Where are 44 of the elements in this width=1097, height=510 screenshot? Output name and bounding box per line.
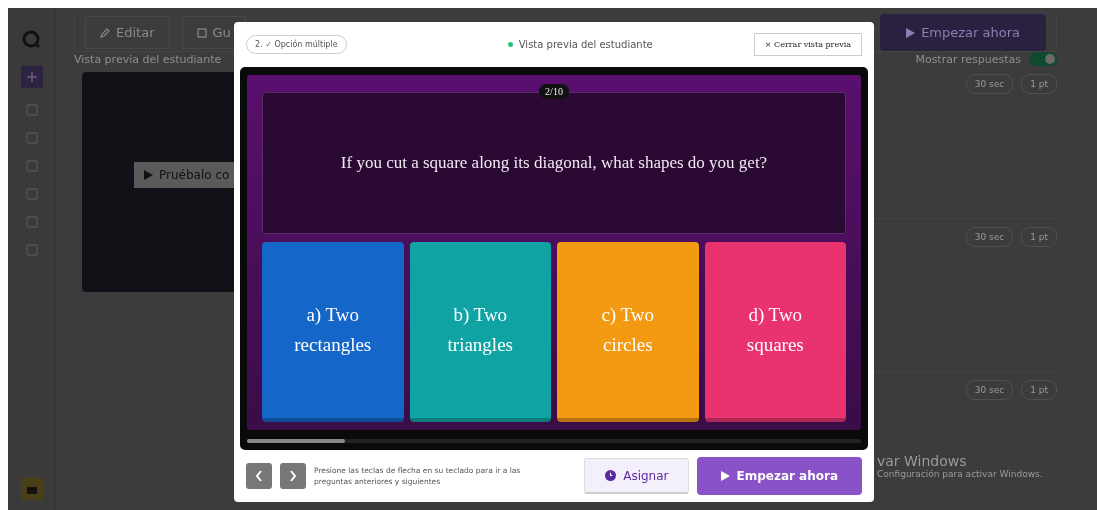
answer-option[interactable]: d) Two squares <box>704 242 846 422</box>
nav-icon[interactable] <box>25 244 38 256</box>
points-chip: 1 pt <box>1021 380 1057 400</box>
dialog-title: Vista previa del estudiante <box>507 39 653 50</box>
play-icon <box>144 170 153 180</box>
points-chip: 1 pt <box>1021 74 1057 94</box>
answer-option[interactable]: a) Two rectangles <box>262 242 404 422</box>
show-answers-toggle[interactable] <box>1029 52 1057 66</box>
section-title: Vista previa del estudiante <box>74 52 222 66</box>
points-chip: 1 pt <box>1021 227 1057 247</box>
question-text: If you cut a square along its diagonal, what shapes do you get? <box>340 153 768 173</box>
time-chip: 30 sec <box>965 380 1014 400</box>
activation-title: var Windows <box>877 453 968 469</box>
upgrade-button[interactable] <box>20 478 43 500</box>
clock-icon <box>605 470 617 481</box>
time-chip: 30 sec <box>965 74 1014 94</box>
time-chip: 30 sec <box>965 227 1014 247</box>
logo-icon <box>21 30 42 50</box>
next-button[interactable] <box>280 463 306 489</box>
activation-text: Configuración para activar Windows. <box>877 469 1043 479</box>
start-button[interactable]: Empezar ahora <box>880 14 1046 51</box>
create-button[interactable] <box>20 66 43 88</box>
nav-icon[interactable] <box>25 188 38 200</box>
previous-button[interactable] <box>246 463 272 489</box>
plus-icon <box>26 72 37 82</box>
answer-option[interactable]: b) Two triangles <box>409 242 551 422</box>
chevron-right-icon <box>289 470 297 482</box>
nav-icon[interactable] <box>25 216 38 228</box>
start-now-button[interactable]: Empezar ahora <box>697 457 862 495</box>
answer-option[interactable]: c) Two circles <box>557 242 699 422</box>
assign-button[interactable]: Asignar <box>584 458 690 494</box>
edit-button[interactable]: Editar <box>85 16 170 49</box>
nav-icon[interactable] <box>25 104 38 116</box>
toggle-label: Mostrar respuestas <box>915 52 1021 66</box>
nav-icon[interactable] <box>25 132 38 144</box>
nav-icon[interactable] <box>25 160 38 172</box>
play-icon <box>906 27 916 38</box>
square-icon <box>196 27 207 38</box>
question-counter: 2/10 <box>539 84 569 99</box>
close-preview-button[interactable]: × Cerrar vista previa <box>753 33 862 56</box>
pencil-icon <box>100 27 110 38</box>
play-icon <box>721 471 731 481</box>
chevron-left-icon <box>255 470 263 482</box>
scrollbar-thumb[interactable] <box>247 439 346 443</box>
